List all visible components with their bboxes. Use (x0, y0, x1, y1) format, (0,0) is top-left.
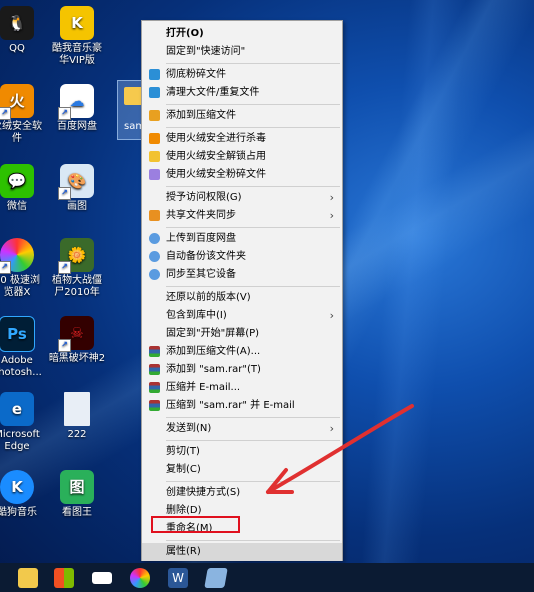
annotation-arrow (266, 404, 414, 494)
taskbar: W (0, 563, 534, 592)
store-icon[interactable] (54, 568, 74, 588)
word-icon[interactable]: W (168, 568, 188, 588)
file-explorer-icon[interactable] (18, 568, 38, 588)
arrow-shaft (266, 404, 414, 494)
screenshot-tool-icon[interactable] (204, 568, 228, 588)
browser-360-taskbar-icon[interactable] (130, 568, 150, 588)
mail-icon[interactable] (92, 572, 112, 584)
